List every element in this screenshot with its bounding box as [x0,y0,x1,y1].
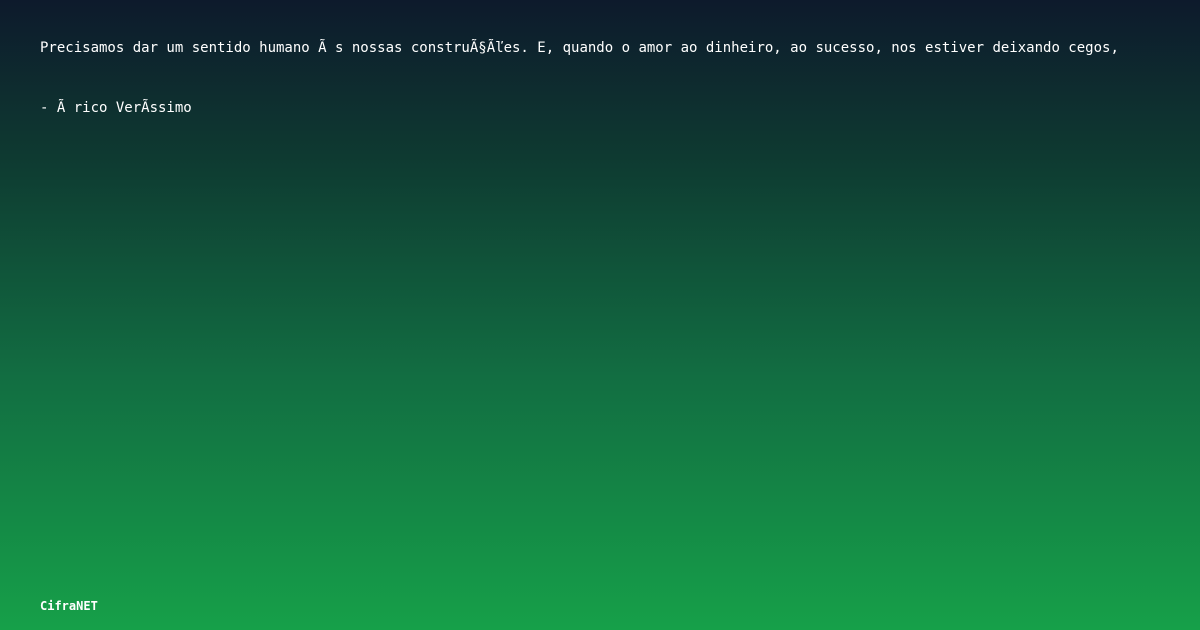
quote-author: - Ã rico VerÃ­ssimo [40,100,192,116]
brand-label: CifraNET [40,599,98,613]
quote-text: Precisamos dar um sentido humano Ã s nos… [40,40,1119,56]
